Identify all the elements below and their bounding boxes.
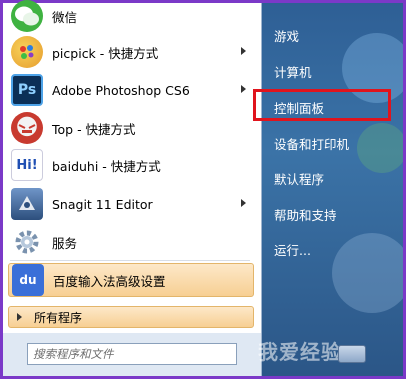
program-item-wechat[interactable]: 微信 [8, 0, 254, 34]
snagit-icon [11, 188, 43, 220]
program-label: 服务 [52, 235, 78, 251]
submenu-arrow-icon[interactable] [241, 199, 246, 207]
photoshop-icon: Ps [11, 74, 43, 106]
baiduhi-icon: Hi! [11, 149, 43, 181]
separator [10, 260, 250, 261]
menu-item-help-support[interactable]: 帮助和支持 [274, 205, 337, 224]
program-label: Snagit 11 Editor [52, 196, 153, 212]
wechat-icon [11, 0, 43, 32]
program-label: picpick - 快捷方式 [52, 45, 159, 61]
program-item-top[interactable]: Top - 快捷方式 [8, 110, 254, 146]
menu-item-default-programs[interactable]: 默认程序 [274, 169, 324, 188]
program-item-photoshop[interactable]: Ps Adobe Photoshop CS6 [8, 72, 254, 108]
all-programs-button[interactable]: 所有程序 [8, 306, 254, 328]
highlight-box [253, 89, 391, 121]
program-item-baiduhi[interactable]: Hi! baiduhi - 快捷方式 [8, 147, 254, 183]
program-item-snagit[interactable]: Snagit 11 Editor [8, 186, 254, 222]
expand-arrow-icon [17, 313, 22, 321]
menu-item-devices-printers[interactable]: 设备和打印机 [274, 134, 349, 153]
search-input[interactable]: 搜索程序和文件 [27, 343, 237, 365]
gear-icon [11, 226, 43, 258]
program-label: 微信 [52, 9, 78, 25]
program-label: Adobe Photoshop CS6 [52, 82, 190, 98]
program-label: 百度输入法高级设置 [53, 273, 166, 289]
submenu-arrow-icon[interactable] [241, 85, 246, 93]
all-programs-label: 所有程序 [34, 310, 83, 325]
picpick-icon [11, 36, 43, 68]
program-item-services[interactable]: 服务 [8, 224, 254, 260]
baidu-ime-icon: du [12, 264, 44, 296]
system-links-panel [262, 3, 403, 376]
menu-item-games[interactable]: 游戏 [274, 26, 299, 45]
program-item-picpick[interactable]: picpick - 快捷方式 [8, 34, 254, 70]
program-item-baidu-ime-settings[interactable]: du 百度输入法高级设置 [8, 263, 254, 297]
program-label: Top - 快捷方式 [52, 121, 136, 137]
watermark: 我爱经验 [258, 340, 342, 364]
shutdown-button[interactable] [338, 345, 366, 363]
search-placeholder: 搜索程序和文件 [33, 347, 114, 361]
top-icon [11, 112, 43, 144]
program-label: baiduhi - 快捷方式 [52, 158, 161, 174]
background-decoration [357, 123, 403, 173]
submenu-arrow-icon[interactable] [241, 47, 246, 55]
menu-item-run[interactable]: 运行... [274, 240, 311, 259]
menu-item-computer[interactable]: 计算机 [274, 62, 312, 81]
background-decoration [332, 233, 403, 313]
